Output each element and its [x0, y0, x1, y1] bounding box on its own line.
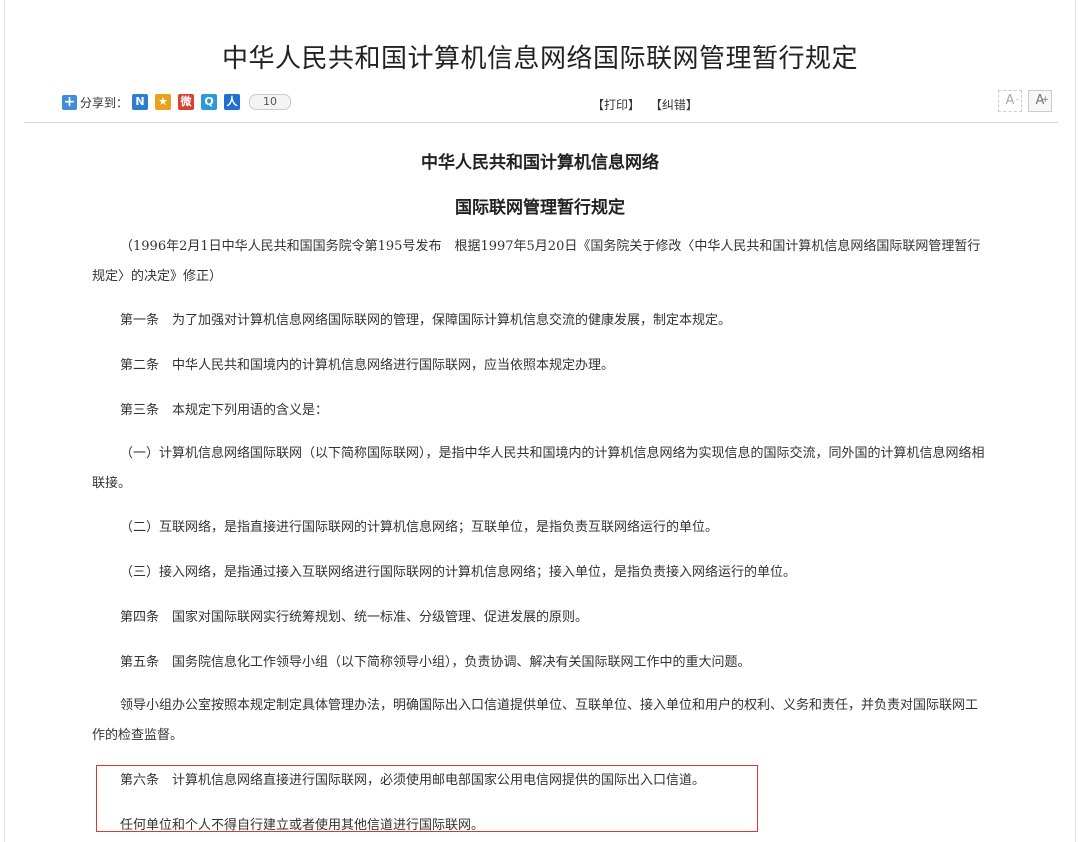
paragraph-article-3-item-3: （三）接入网络，是指通过接入互联网络进行国际联网的计算机信息网络；接入单位，是指… [120, 565, 797, 580]
share-icon-4[interactable]: Q [201, 94, 218, 110]
document-title-line2: 国际联网管理暂行规定 [455, 198, 625, 218]
share-bar: + 分享到： N ★ 微 Q 人 10 [62, 92, 292, 112]
page-title: 中华人民共和国计算机信息网络国际联网管理暂行规定 [221, 44, 858, 74]
paragraph-article-3-item-1: （一）计算机信息网络国际联网（以下简称国际联网），是指中华人民共和国境内的计算机… [92, 446, 985, 491]
paragraph-article-3-item-2: （二）互联网络，是指直接进行国际联网的计算机信息网络；互联单位，是指负责互联网络… [120, 520, 719, 535]
share-count: 10 [249, 94, 292, 110]
font-decrease-label: A [1005, 93, 1015, 108]
highlight-box [96, 765, 758, 832]
share-icon-2[interactable]: ★ [155, 94, 172, 110]
share-label: 分享到： [80, 95, 129, 110]
print-link[interactable]: 【打印】 [592, 98, 640, 112]
paragraph-article-2: 第二条 中华人民共和国境内的计算机信息网络进行国际联网，应当依照本规定办理。 [120, 358, 615, 373]
font-increase-button[interactable]: A + [1028, 90, 1052, 112]
article-toolbar: + 分享到： N ★ 微 Q 人 10 【打印】 【纠错】 A- A + [24, 90, 1058, 116]
paragraph-article-3: 第三条 本规定下列用语的含义是： [120, 403, 329, 418]
font-increase-sup: + [1041, 95, 1049, 105]
share-icon-3[interactable]: 微 [178, 94, 195, 110]
font-size-controls: A- A + [992, 90, 1052, 112]
share-icon-1[interactable]: N [132, 94, 149, 110]
document-title-line1: 中华人民共和国计算机信息网络 [421, 153, 659, 173]
share-plus-icon[interactable]: + [62, 94, 77, 110]
paragraph-article-1: 第一条 为了加强对计算机信息网络国际联网的管理，保障国际计算机信息交流的健康发展… [120, 313, 732, 328]
font-decrease-sup: - [1015, 95, 1019, 105]
font-decrease-button[interactable]: A- [998, 90, 1022, 112]
paragraph-preamble: （1996年2月1日中华人民共和国国务院令第195号发布 根据1997年5月20… [92, 239, 981, 284]
paragraph-article-5-office: 领导小组办公室按照本规定制定具体管理办法，明确国际出入口信道提供单位、互联单位、… [92, 698, 979, 743]
paragraph-article-5: 第五条 国务院信息化工作领导小组（以下简称领导小组），负责协调、解决有关国际联网… [120, 655, 751, 670]
article-links: 【打印】 【纠错】 [589, 96, 701, 113]
paragraph-article-4: 第四条 国家对国际联网实行统筹规划、统一标准、分级管理、促进发展的原则。 [120, 610, 589, 625]
share-icon-5[interactable]: 人 [224, 94, 241, 110]
correct-link[interactable]: 【纠错】 [650, 98, 698, 112]
header-divider [24, 122, 1058, 123]
